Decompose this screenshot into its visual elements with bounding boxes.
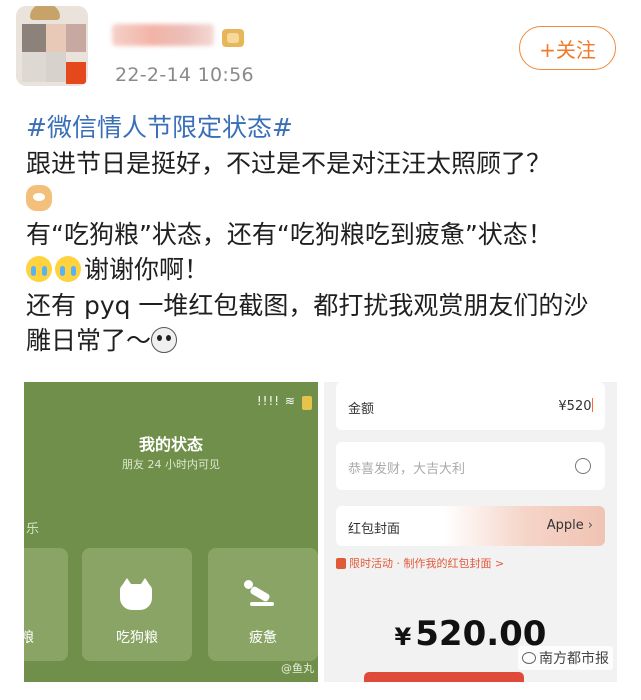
amount-field[interactable]: 金额 ¥520	[336, 382, 605, 430]
tiger-ornament	[30, 6, 60, 20]
amount-value: ¥520	[558, 399, 592, 414]
username-blurred[interactable]	[112, 24, 214, 46]
status-card[interactable]: 粮	[24, 548, 68, 661]
crying-emoji-icon	[55, 256, 81, 282]
status-card-tired[interactable]: 疲惫	[208, 548, 318, 661]
status-bar-icons: !!!! ≋	[256, 394, 296, 408]
follow-button[interactable]: +关注	[519, 26, 616, 70]
dog-emoji-icon	[26, 185, 52, 211]
battery-icon	[302, 396, 312, 410]
post-timestamp: 22-2-14 10:56	[115, 64, 254, 86]
weibo-watermark: @鱼丸	[281, 662, 314, 675]
emoji-picker-icon[interactable]	[575, 458, 591, 474]
newspaper-watermark: 南方都市报	[518, 646, 613, 670]
crying-emoji-icon	[26, 256, 52, 282]
post-line: 雕日常了～	[26, 326, 152, 355]
status-subtitle: 朋友 24 小时内可见	[122, 458, 220, 471]
avatar[interactable]	[16, 6, 88, 86]
post-text: #微信情人节限定状态# 跟进节日是挺好，不过是不是对汪汪太照顾了？ 有“吃狗粮”…	[26, 110, 626, 359]
panda-emoji-icon	[151, 327, 178, 353]
status-title: 我的状态	[138, 435, 203, 454]
greeting-input[interactable]: 恭喜发财，大吉大利	[336, 442, 605, 490]
status-screenshot[interactable]: !!!! ≋ 我的状态 朋友 24 小时内可见 乐 粮 吃狗粮 疲惫 @鱼丸	[24, 382, 318, 682]
post-line: 还有 pyq 一堆红包截图，都打扰我观赏朋友们的沙	[26, 290, 589, 320]
promo-link[interactable]: 限时活动 · 制作我的红包封面 >	[336, 555, 504, 571]
reclining-person-icon	[244, 580, 274, 610]
topic-link[interactable]: #微信情人节限定状态#	[26, 113, 293, 142]
send-button[interactable]	[364, 672, 524, 682]
post-line: 有“吃狗粮”状态，还有“吃狗粮吃到疲惫”状态！	[26, 219, 553, 249]
gift-icon	[336, 558, 346, 569]
cover-selector[interactable]: 红包封面 Apple ›	[336, 506, 605, 546]
wechat-icon	[522, 652, 536, 664]
red-packet-screenshot[interactable]: 金额 ¥520 恭喜发财，大吉大利 红包封面 Apple › 限时活动 · 制作我…	[324, 382, 617, 682]
vip-badge-icon	[222, 29, 244, 47]
cat-face-icon	[120, 578, 152, 610]
chevron-right-icon: ›	[587, 518, 593, 533]
section-label: 乐	[26, 522, 40, 537]
status-card-dog-food[interactable]: 吃狗粮	[82, 548, 192, 661]
post-line: 跟进节日是挺好，不过是不是对汪汪太照顾了？	[26, 148, 552, 178]
post-line: 谢谢你啊！	[84, 255, 210, 284]
